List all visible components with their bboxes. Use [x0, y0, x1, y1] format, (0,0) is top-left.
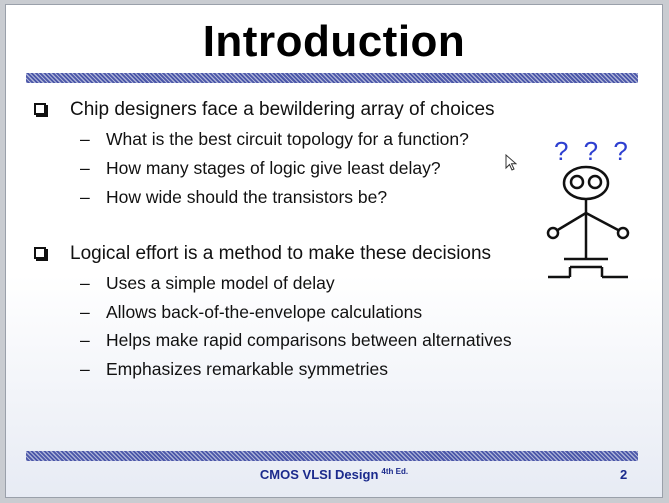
- dash-bullet: –: [80, 302, 90, 322]
- dash-bullet: –: [80, 273, 90, 293]
- slide: Introduction Chip designers face a bewil…: [5, 4, 663, 498]
- checkbox-bullet-icon: [34, 247, 46, 259]
- sub-item-text: What is the best circuit topology for a …: [106, 129, 469, 149]
- question-marks: ? ? ?: [554, 136, 632, 166]
- sub-item-text: Helps make rapid comparisons between alt…: [106, 330, 512, 350]
- mouse-pointer-icon: [505, 154, 517, 171]
- dash-bullet: –: [80, 158, 90, 178]
- stick-figure-transistor-icon: [546, 165, 630, 279]
- bullet-text: Logical effort is a method to make these…: [70, 243, 492, 264]
- dash-bullet: –: [80, 129, 90, 149]
- sub-item-text: How wide should the transistors be?: [106, 187, 388, 207]
- footer-edition: 4th Ed.: [381, 467, 409, 476]
- bullet-text: Chip designers face a bewildering array …: [70, 99, 495, 120]
- sub-item-text: Uses a simple model of delay: [106, 273, 335, 293]
- page-number: 2: [620, 467, 628, 482]
- sub-item-text: Emphasizes remarkable symmetries: [106, 359, 389, 379]
- dash-bullet: –: [80, 330, 90, 350]
- dash-bullet: –: [80, 359, 90, 379]
- bottom-divider-band: [26, 451, 638, 461]
- dash-bullet: –: [80, 187, 90, 207]
- sub-item-text: Allows back-of-the-envelope calculations: [106, 302, 423, 322]
- footer-course-title: CMOS VLSI Design: [259, 467, 379, 482]
- slide-title: Introduction: [202, 17, 466, 66]
- top-divider-band: [26, 73, 638, 83]
- checkbox-bullet-icon: [34, 103, 46, 115]
- footer-course: CMOS VLSI Design 4th Ed.: [6, 467, 662, 482]
- sub-item-text: How many stages of logic give least dela…: [106, 158, 441, 178]
